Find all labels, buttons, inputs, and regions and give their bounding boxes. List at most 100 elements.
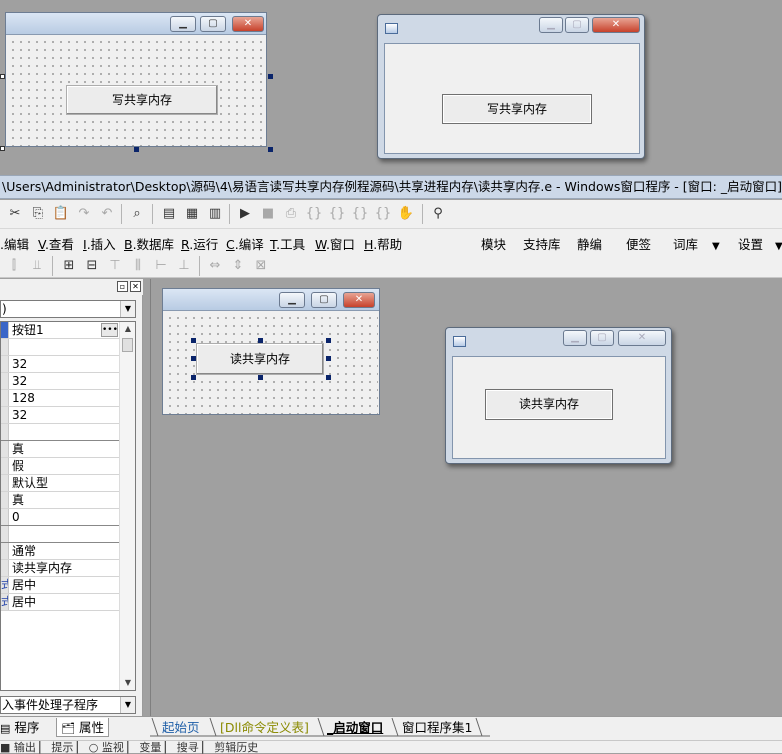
resize-handle[interactable]	[134, 147, 139, 152]
property-row[interactable]: 式居中	[1, 594, 120, 611]
minimize-icon[interactable]: ▁	[170, 16, 196, 32]
design-form-titlebar[interactable]: ▁ ▢ ✕	[163, 289, 379, 311]
scroll-down-icon[interactable]: ▼	[120, 676, 135, 690]
read-shared-memory-button[interactable]: 读共享内存	[485, 389, 613, 420]
menu-static-compile[interactable]: 静编	[577, 234, 602, 253]
property-row[interactable]: 读共享内存	[1, 560, 120, 577]
close-icon[interactable]: ✕	[232, 16, 264, 32]
align-top-icon[interactable]: ⊤	[106, 257, 124, 275]
step-out-icon[interactable]: {}	[351, 205, 369, 223]
close-icon[interactable]: ✕	[130, 281, 141, 292]
layout-one-icon[interactable]: ▤	[160, 205, 178, 223]
property-row[interactable]: 0	[1, 509, 120, 526]
cut-icon[interactable]: ✂	[6, 205, 24, 223]
menu-edit[interactable]: .编辑	[0, 234, 29, 253]
align-left-icon[interactable]: ⫿	[5, 257, 23, 275]
resize-handle[interactable]	[268, 74, 273, 79]
same-height-icon[interactable]: ⇕	[229, 257, 247, 275]
tab-program[interactable]: ▤ 程序	[0, 718, 39, 737]
resize-handle[interactable]	[268, 147, 273, 152]
property-row[interactable]: 32	[1, 356, 120, 373]
run-to-cursor-icon[interactable]: {}	[374, 205, 392, 223]
event-handler-selector[interactable]: 入事件处理子程序 ▼	[0, 696, 136, 714]
menu-view[interactable]: V.查看	[38, 234, 74, 253]
write-shared-memory-button[interactable]: 写共享内存	[66, 85, 218, 115]
property-row[interactable]: 假	[1, 458, 120, 475]
minimize-icon[interactable]: ▁	[539, 17, 563, 33]
space-vertical-icon[interactable]: ⊥	[175, 257, 193, 275]
space-equal-icon[interactable]: ⊢	[152, 257, 170, 275]
chevron-down-icon[interactable]: ▼	[120, 301, 135, 317]
maximize-icon[interactable]: ▢	[565, 17, 589, 33]
restore-icon[interactable]: ▫	[117, 281, 128, 292]
menu-window[interactable]: W.窗口	[315, 234, 355, 253]
align-bottom-icon[interactable]: ⫫	[28, 257, 46, 275]
same-size-icon[interactable]: ⊠	[252, 257, 270, 275]
menu-support-library[interactable]: 支持库	[523, 234, 561, 253]
undo-icon[interactable]: ↶	[98, 205, 116, 223]
resize-handle[interactable]	[0, 146, 5, 151]
ellipsis-button[interactable]: •••	[101, 323, 118, 337]
help-binoculars-icon[interactable]: ⚲	[429, 205, 447, 223]
object-selector[interactable]: ) ▼	[0, 300, 136, 318]
menu-compile[interactable]: C.编译	[226, 234, 264, 253]
resize-handle[interactable]	[0, 74, 5, 79]
minimize-icon[interactable]: ▁	[279, 292, 305, 308]
chevron-down-icon[interactable]: ▼	[120, 697, 135, 713]
layout-three-icon[interactable]: ▥	[206, 205, 224, 223]
menu-run[interactable]: R.运行	[181, 234, 218, 253]
property-row[interactable]: 32	[1, 373, 120, 390]
maximize-icon[interactable]: ▢	[200, 16, 226, 32]
menu-database[interactable]: B.数据库	[124, 234, 174, 253]
resize-handle[interactable]	[326, 375, 331, 380]
property-row[interactable]	[1, 339, 120, 356]
preview-design-titlebar[interactable]: ▁ ▢ ✕	[6, 13, 266, 35]
step-icon[interactable]: ⎙	[282, 205, 300, 223]
menu-insert[interactable]: I.插入	[83, 234, 116, 253]
output-tabs-strip[interactable]: ■ 输出 ▏ 提示 ▏ ○ 监视 ▏ 变量 ▏ 搜寻 ▏ 剪辑历史	[0, 740, 782, 754]
menu-help[interactable]: H.帮助	[364, 234, 402, 253]
close-icon[interactable]: ✕	[592, 17, 640, 33]
paste-icon[interactable]: 📋	[52, 205, 70, 223]
property-grid-scrollbar[interactable]: ▲ ▼	[119, 322, 135, 690]
resize-handle[interactable]	[326, 338, 331, 343]
layout-two-icon[interactable]: ▦	[183, 205, 201, 223]
menu-tools[interactable]: T.工具	[270, 234, 305, 253]
maximize-icon[interactable]: ▢	[590, 330, 614, 346]
property-row[interactable]	[1, 526, 120, 543]
run-icon[interactable]: ▶	[236, 205, 254, 223]
property-grid[interactable]: 式居中式居中读共享内存通常0真默认型假真321283232按钮1 ••• ▲ ▼	[0, 321, 136, 691]
tab-properties[interactable]: 🗂 属性	[56, 718, 109, 737]
resize-handle[interactable]	[326, 356, 331, 361]
run-form-window[interactable]: ▁ ▢ ✕ 读共享内存	[445, 327, 672, 464]
hand-icon[interactable]: ✋	[397, 205, 415, 223]
property-row[interactable]: 128	[1, 390, 120, 407]
close-icon[interactable]: ✕	[343, 292, 375, 308]
scroll-up-icon[interactable]: ▲	[120, 322, 135, 336]
form-designer-workspace[interactable]: ▁ ▢ ✕ 读共享内存 ▁ ▢ ✕ 读共享内存	[150, 279, 782, 716]
property-row[interactable]: 默认型	[1, 475, 120, 492]
minimize-icon[interactable]: ▁	[563, 330, 587, 346]
menu-settings[interactable]: 设置 ▼	[738, 234, 782, 253]
property-row[interactable]	[1, 424, 120, 441]
property-row[interactable]: 式居中	[1, 577, 120, 594]
resize-handle[interactable]	[191, 356, 196, 361]
step-over-icon[interactable]: {}	[328, 205, 346, 223]
center-vertical-icon[interactable]: ⊟	[83, 257, 101, 275]
design-form-window[interactable]: ▁ ▢ ✕ 读共享内存	[162, 288, 380, 415]
resize-handle[interactable]	[191, 338, 196, 343]
space-horizontal-icon[interactable]: ⫼	[129, 257, 147, 275]
stop-icon[interactable]: ■	[259, 205, 277, 223]
write-shared-memory-button[interactable]: 写共享内存	[442, 94, 592, 124]
property-row[interactable]: 32	[1, 407, 120, 424]
redo-icon[interactable]: ↷	[75, 205, 93, 223]
center-horizontal-icon[interactable]: ⊞	[60, 257, 78, 275]
resize-handle[interactable]	[258, 375, 263, 380]
maximize-icon[interactable]: ▢	[311, 292, 337, 308]
property-row[interactable]: 真	[1, 441, 120, 458]
copy-icon[interactable]: ⎘	[29, 205, 47, 223]
preview-run-window[interactable]: ▁ ▢ ✕ 写共享内存	[377, 14, 645, 159]
close-icon[interactable]: ✕	[618, 330, 666, 346]
resize-handle[interactable]	[258, 338, 263, 343]
menu-modules[interactable]: 模块	[481, 234, 506, 253]
